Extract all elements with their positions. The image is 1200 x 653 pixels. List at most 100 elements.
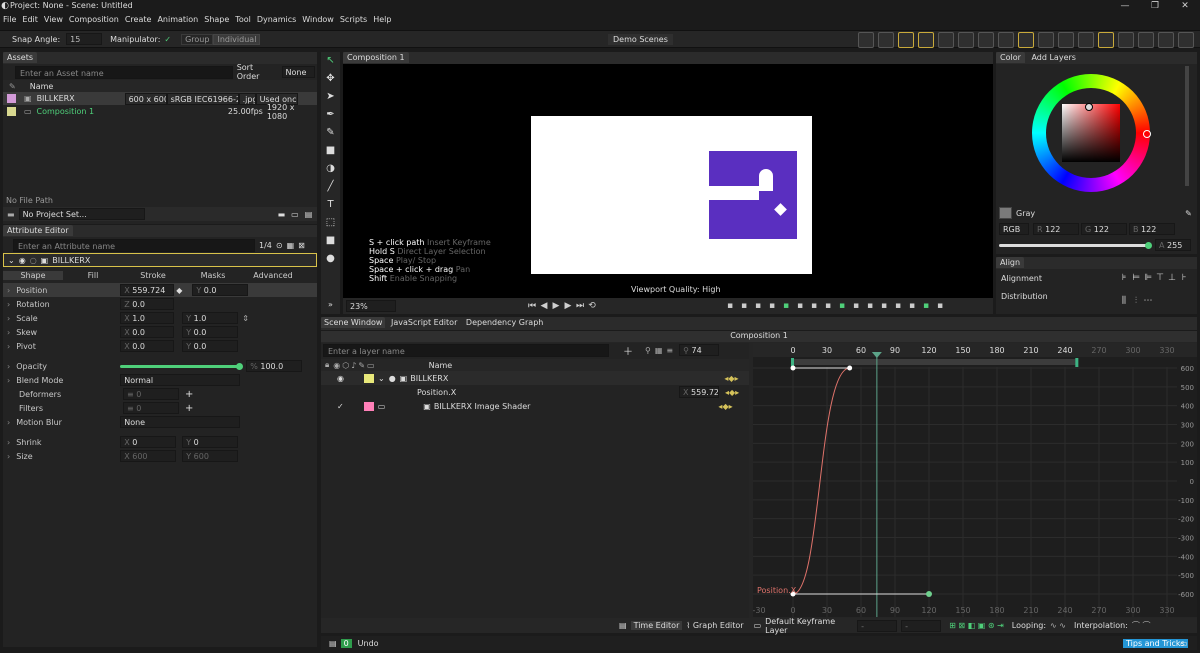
list-icon[interactable] xyxy=(1078,32,1094,48)
asset-search-input[interactable]: Enter an Asset name xyxy=(15,65,233,79)
color-mode-select[interactable]: RGB xyxy=(999,223,1029,235)
eye-icon[interactable]: ◉ xyxy=(337,374,344,383)
menu-item-file[interactable]: File xyxy=(3,15,16,24)
add-filter-icon[interactable]: + xyxy=(185,403,193,414)
looping-icons[interactable]: ∿ ∿ xyxy=(1050,621,1066,630)
pivot-icon[interactable] xyxy=(978,32,994,48)
tab-dependency-graph[interactable]: Dependency Graph xyxy=(463,317,546,328)
prev-frame-icon[interactable]: ◀ xyxy=(538,300,550,312)
green-field[interactable]: G 122 xyxy=(1081,223,1127,235)
layer-row-shader[interactable]: ✓ ▭ ▣ BILLKERX Image Shader ◂◆▸ xyxy=(321,399,749,413)
rectangle-icon[interactable]: ■ xyxy=(321,232,340,250)
menu-item-help[interactable]: Help xyxy=(373,15,391,24)
attr-row-skew[interactable]: › Skew X 0.0 Y 0.0 xyxy=(3,325,317,339)
keyframe-layer-select[interactable]: Default Keyframe Layer xyxy=(765,617,857,635)
first-frame-icon[interactable]: ⏮ xyxy=(526,300,538,312)
onion-icon[interactable]: ▪ xyxy=(793,300,807,312)
layers-icon[interactable]: ▪ xyxy=(905,300,919,312)
align-center-icon[interactable]: ⊨ xyxy=(1130,272,1142,284)
grid-icon[interactable]: ▪ xyxy=(821,300,835,312)
asset-row-composition[interactable]: ▭ Composition 1 25.00fps 1920 x 1080 xyxy=(3,103,317,121)
list-icon[interactable]: ≡ xyxy=(666,346,673,355)
shield-icon[interactable]: ▪ xyxy=(765,300,779,312)
position-y-field[interactable]: Y 0.0 xyxy=(192,284,249,296)
grid-icon[interactable]: ▦ xyxy=(655,346,663,355)
bridge-icon[interactable] xyxy=(998,32,1014,48)
keyframe-icon[interactable]: ◆ xyxy=(176,286,182,295)
align-top-icon[interactable]: ⊤ xyxy=(1154,272,1166,284)
window2-icon[interactable] xyxy=(1158,32,1174,48)
ellipse-icon[interactable]: ● xyxy=(321,250,340,268)
tab-add-layers[interactable]: Add Layers xyxy=(1027,52,1080,63)
pen-icon[interactable]: ✒ xyxy=(321,106,340,124)
skew-x-field[interactable]: X 0.0 xyxy=(120,326,175,338)
sort-order-select[interactable]: None xyxy=(281,66,315,78)
menu-item-view[interactable]: View xyxy=(44,15,63,24)
alpha-slider[interactable] xyxy=(999,241,1152,249)
select-arrow-icon[interactable]: ↖ xyxy=(321,52,340,70)
align-middle-icon[interactable]: ⊥ xyxy=(1166,272,1178,284)
transform-icon[interactable]: ⬚ xyxy=(321,214,340,232)
minimize-icon[interactable]: — xyxy=(1110,0,1140,12)
motion-path-icon[interactable]: ▪ xyxy=(877,300,891,312)
keyframe-nav-icon[interactable]: ◂◆▸ xyxy=(725,388,739,397)
loop-icon[interactable]: ⟲ xyxy=(586,300,598,312)
frame-field[interactable]: ⚲ 74 xyxy=(679,344,720,356)
attribute-search-input[interactable]: Enter an Attribute name xyxy=(13,238,255,252)
keyframe-nav-icon[interactable]: ◂◆▸ xyxy=(718,402,732,411)
camera-icon[interactable]: ▪ xyxy=(737,300,751,312)
interpolation-icons[interactable]: ⌒ ⌒ xyxy=(1132,620,1151,631)
align-bottom-icon[interactable]: ⊦ xyxy=(1178,272,1190,284)
guide-lines-icon[interactable]: ▪ xyxy=(891,300,905,312)
grid-icon[interactable] xyxy=(1178,32,1194,48)
graph-editor-button[interactable]: ⌇ Graph Editor xyxy=(686,621,743,630)
attr-row-filters[interactable]: Filters ≡ 0 + xyxy=(3,401,317,415)
add-layer-icon[interactable]: ＋ xyxy=(623,343,633,358)
layer-row-position-x[interactable]: Position.X X 559.724 ◂◆▸ xyxy=(321,385,749,399)
hue-picker-handle[interactable] xyxy=(1143,130,1151,138)
tab-align[interactable]: Align xyxy=(996,257,1025,268)
tab-attribute-editor[interactable]: Attribute Editor xyxy=(3,225,73,236)
screen-icon[interactable]: ▪ xyxy=(863,300,877,312)
snap-icon[interactable] xyxy=(918,32,934,48)
attr-row-rotation[interactable]: › Rotation Z 0.0 xyxy=(3,297,317,311)
tips-and-tricks-button[interactable]: Tips and Tricks xyxy=(1123,638,1188,648)
maximize-icon[interactable]: ❐ xyxy=(1140,0,1170,12)
motion-blur-select[interactable]: None xyxy=(120,416,241,428)
attr-layer-header[interactable]: ⌄ ◉ ○ ▣ BILLKERX xyxy=(3,253,317,267)
opacity-slider[interactable] xyxy=(120,362,244,370)
blue-field[interactable]: B 122 xyxy=(1129,223,1175,235)
attr-tab-stroke[interactable]: Stroke xyxy=(123,271,183,280)
attr-row-pivot[interactable]: › Pivot X 0.0 Y 0.0 xyxy=(3,339,317,353)
line-icon[interactable]: ╱ xyxy=(321,178,340,196)
opacity-field[interactable]: % 100.0 xyxy=(246,360,303,372)
close-icon[interactable]: ✕ xyxy=(1170,0,1200,12)
individual-toggle[interactable]: Individual xyxy=(213,33,261,45)
keyframe-value-field[interactable]: - xyxy=(901,619,942,632)
link-icon[interactable]: ⚲ xyxy=(645,346,651,355)
anchor-icon[interactable] xyxy=(958,32,974,48)
tangent-handle[interactable] xyxy=(790,365,796,371)
graph-canvas[interactable]: 0 0 30 30 60 60 90 90 120 120 150 150 180 180 210 210 24… xyxy=(753,343,1197,617)
keyframe-point[interactable] xyxy=(847,365,853,371)
work-area-end-handle[interactable] xyxy=(1075,358,1079,367)
menu-item-animation[interactable]: Animation xyxy=(157,15,198,24)
attr-row-size[interactable]: › Size X 600 Y 600 xyxy=(3,449,317,463)
distribute-icon[interactable] xyxy=(1058,32,1074,48)
tab-color[interactable]: Color xyxy=(996,52,1025,63)
lock-icon[interactable]: ○ xyxy=(30,256,37,265)
image-icon[interactable]: ▪ xyxy=(835,300,849,312)
frame-icon[interactable] xyxy=(898,32,914,48)
scale-y-field[interactable]: Y 1.0 xyxy=(182,312,239,324)
attr-row-scale[interactable]: › Scale X 1.0 Y 1.0 ⇕ xyxy=(3,311,317,325)
attr-row-position[interactable]: › Position X 559.724 ◆ Y 0.0 xyxy=(3,283,317,297)
sv-picker-handle[interactable] xyxy=(1085,103,1093,111)
search-icon[interactable]: ⊙ xyxy=(276,241,283,250)
connect-icon[interactable] xyxy=(938,32,954,48)
skew-y-field[interactable]: Y 0.0 xyxy=(182,326,239,338)
shrink-x-field[interactable]: X 0 xyxy=(120,436,177,448)
time-editor-button[interactable]: Time Editor xyxy=(630,621,683,630)
move-icon[interactable]: ✥ xyxy=(321,70,340,88)
eyedropper-icon[interactable]: ✎ xyxy=(1185,209,1192,218)
pivot-y-field[interactable]: Y 0.0 xyxy=(182,340,239,352)
